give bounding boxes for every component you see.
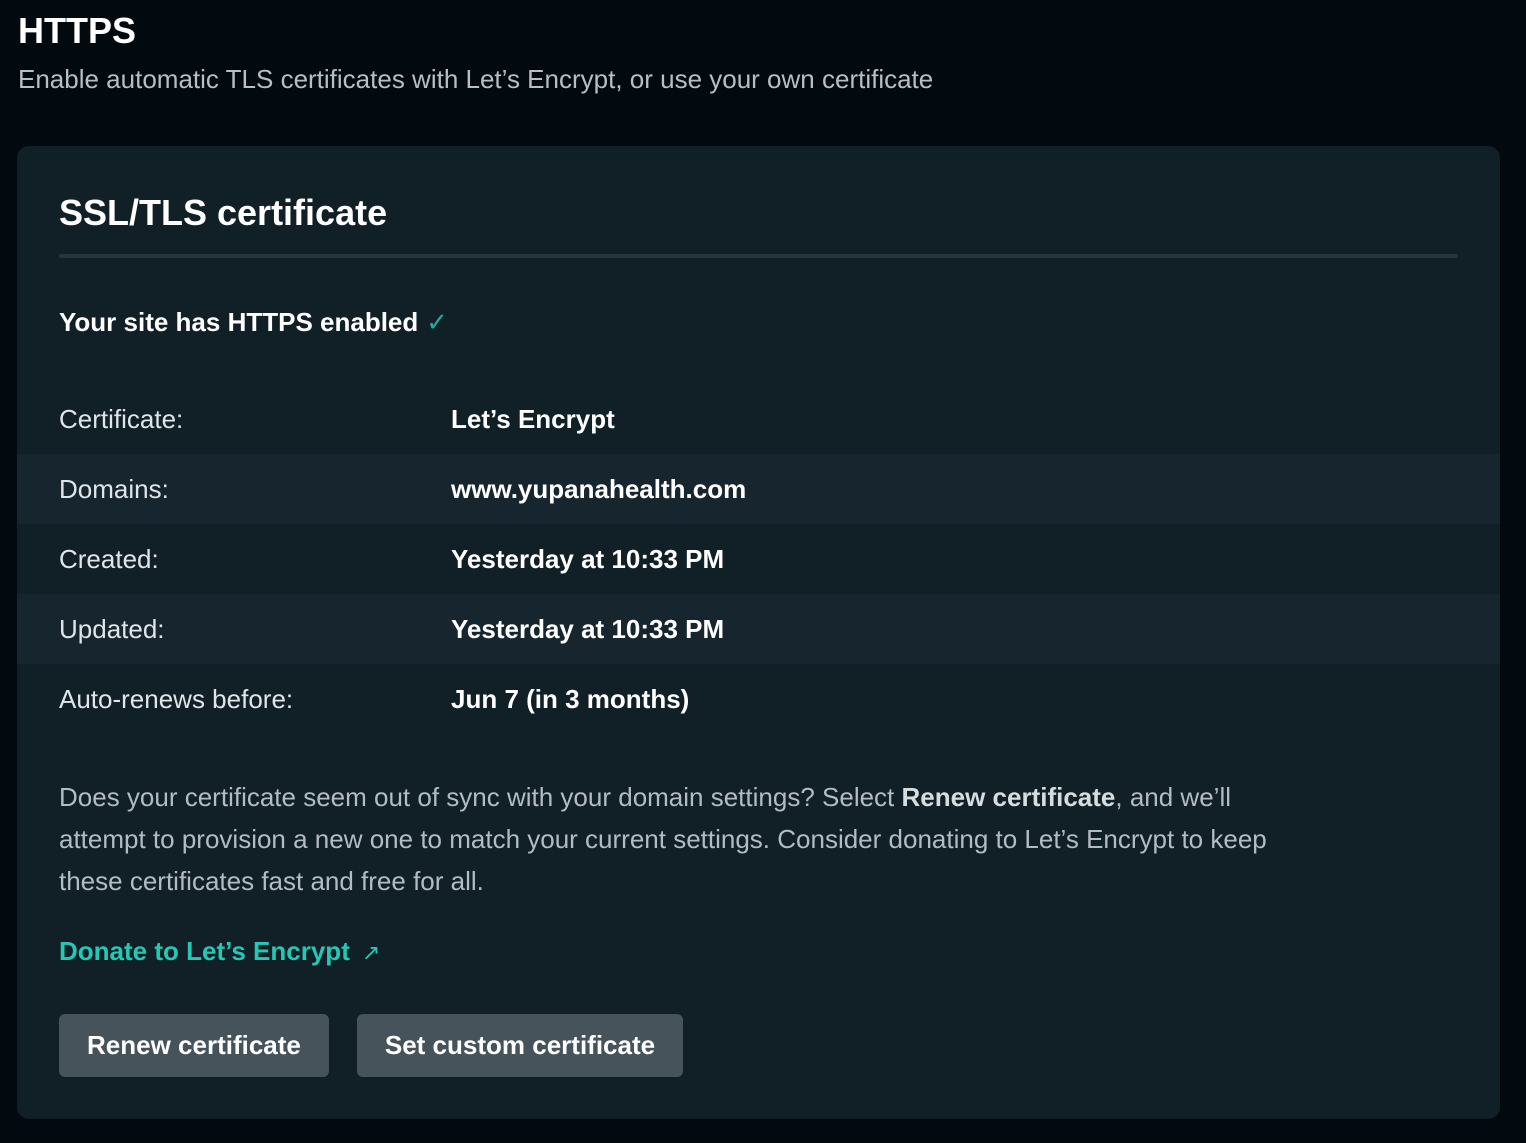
page-subtitle: Enable automatic TLS certificates with L… <box>18 64 934 94</box>
detail-value: Jun 7 (in 3 months) <box>451 683 690 714</box>
detail-label: Updated: <box>59 613 165 644</box>
set-custom-certificate-button[interactable]: Set custom certificate <box>356 1014 684 1077</box>
donate-link-label: Donate to Let’s Encrypt <box>59 936 350 966</box>
renew-certificate-button[interactable]: Renew certificate <box>59 1014 329 1077</box>
detail-row-certificate: Certificate: Let’s Encrypt <box>17 384 1500 454</box>
ssl-certificate-card: SSL/TLS certificate Your site has HTTPS … <box>17 146 1500 1119</box>
card-divider <box>59 254 1458 258</box>
detail-row-domains: Domains: www.yupanahealth.com <box>17 454 1500 524</box>
https-status: Your site has HTTPS enabled ✓ <box>59 304 448 340</box>
renew-help-text: Does your certificate seem out of sync w… <box>59 776 1279 902</box>
external-link-icon: ↗ <box>361 940 381 965</box>
detail-row-created: Created: Yesterday at 10:33 PM <box>17 524 1500 594</box>
detail-label: Created: <box>59 543 159 574</box>
detail-row-auto-renews: Auto-renews before: Jun 7 (in 3 months) <box>17 664 1500 734</box>
detail-label: Auto-renews before: <box>59 683 294 714</box>
page-header: HTTPS Enable automatic TLS certificates … <box>18 8 933 96</box>
detail-row-updated: Updated: Yesterday at 10:33 PM <box>17 594 1500 664</box>
detail-value: Let’s Encrypt <box>451 403 615 434</box>
detail-label: Domains: <box>59 473 169 504</box>
detail-value: Yesterday at 10:33 PM <box>451 543 725 574</box>
detail-label: Certificate: <box>59 403 184 434</box>
certificate-actions: Renew certificate Set custom certificate <box>59 1014 684 1077</box>
help-text-before: Does your certificate seem out of sync w… <box>59 782 902 812</box>
card-title: SSL/TLS certificate <box>59 192 388 233</box>
https-status-text: Your site has HTTPS enabled <box>59 307 419 337</box>
detail-value: www.yupanahealth.com <box>451 473 747 504</box>
check-icon: ✓ <box>426 307 449 337</box>
help-text-emphasis: Renew certificate <box>901 782 1116 812</box>
detail-value: Yesterday at 10:33 PM <box>451 613 725 644</box>
donate-link[interactable]: Donate to Let’s Encrypt ↗ <box>59 933 380 971</box>
page-title: HTTPS <box>18 10 137 51</box>
certificate-details: Certificate: Let’s Encrypt Domains: www.… <box>17 384 1500 734</box>
